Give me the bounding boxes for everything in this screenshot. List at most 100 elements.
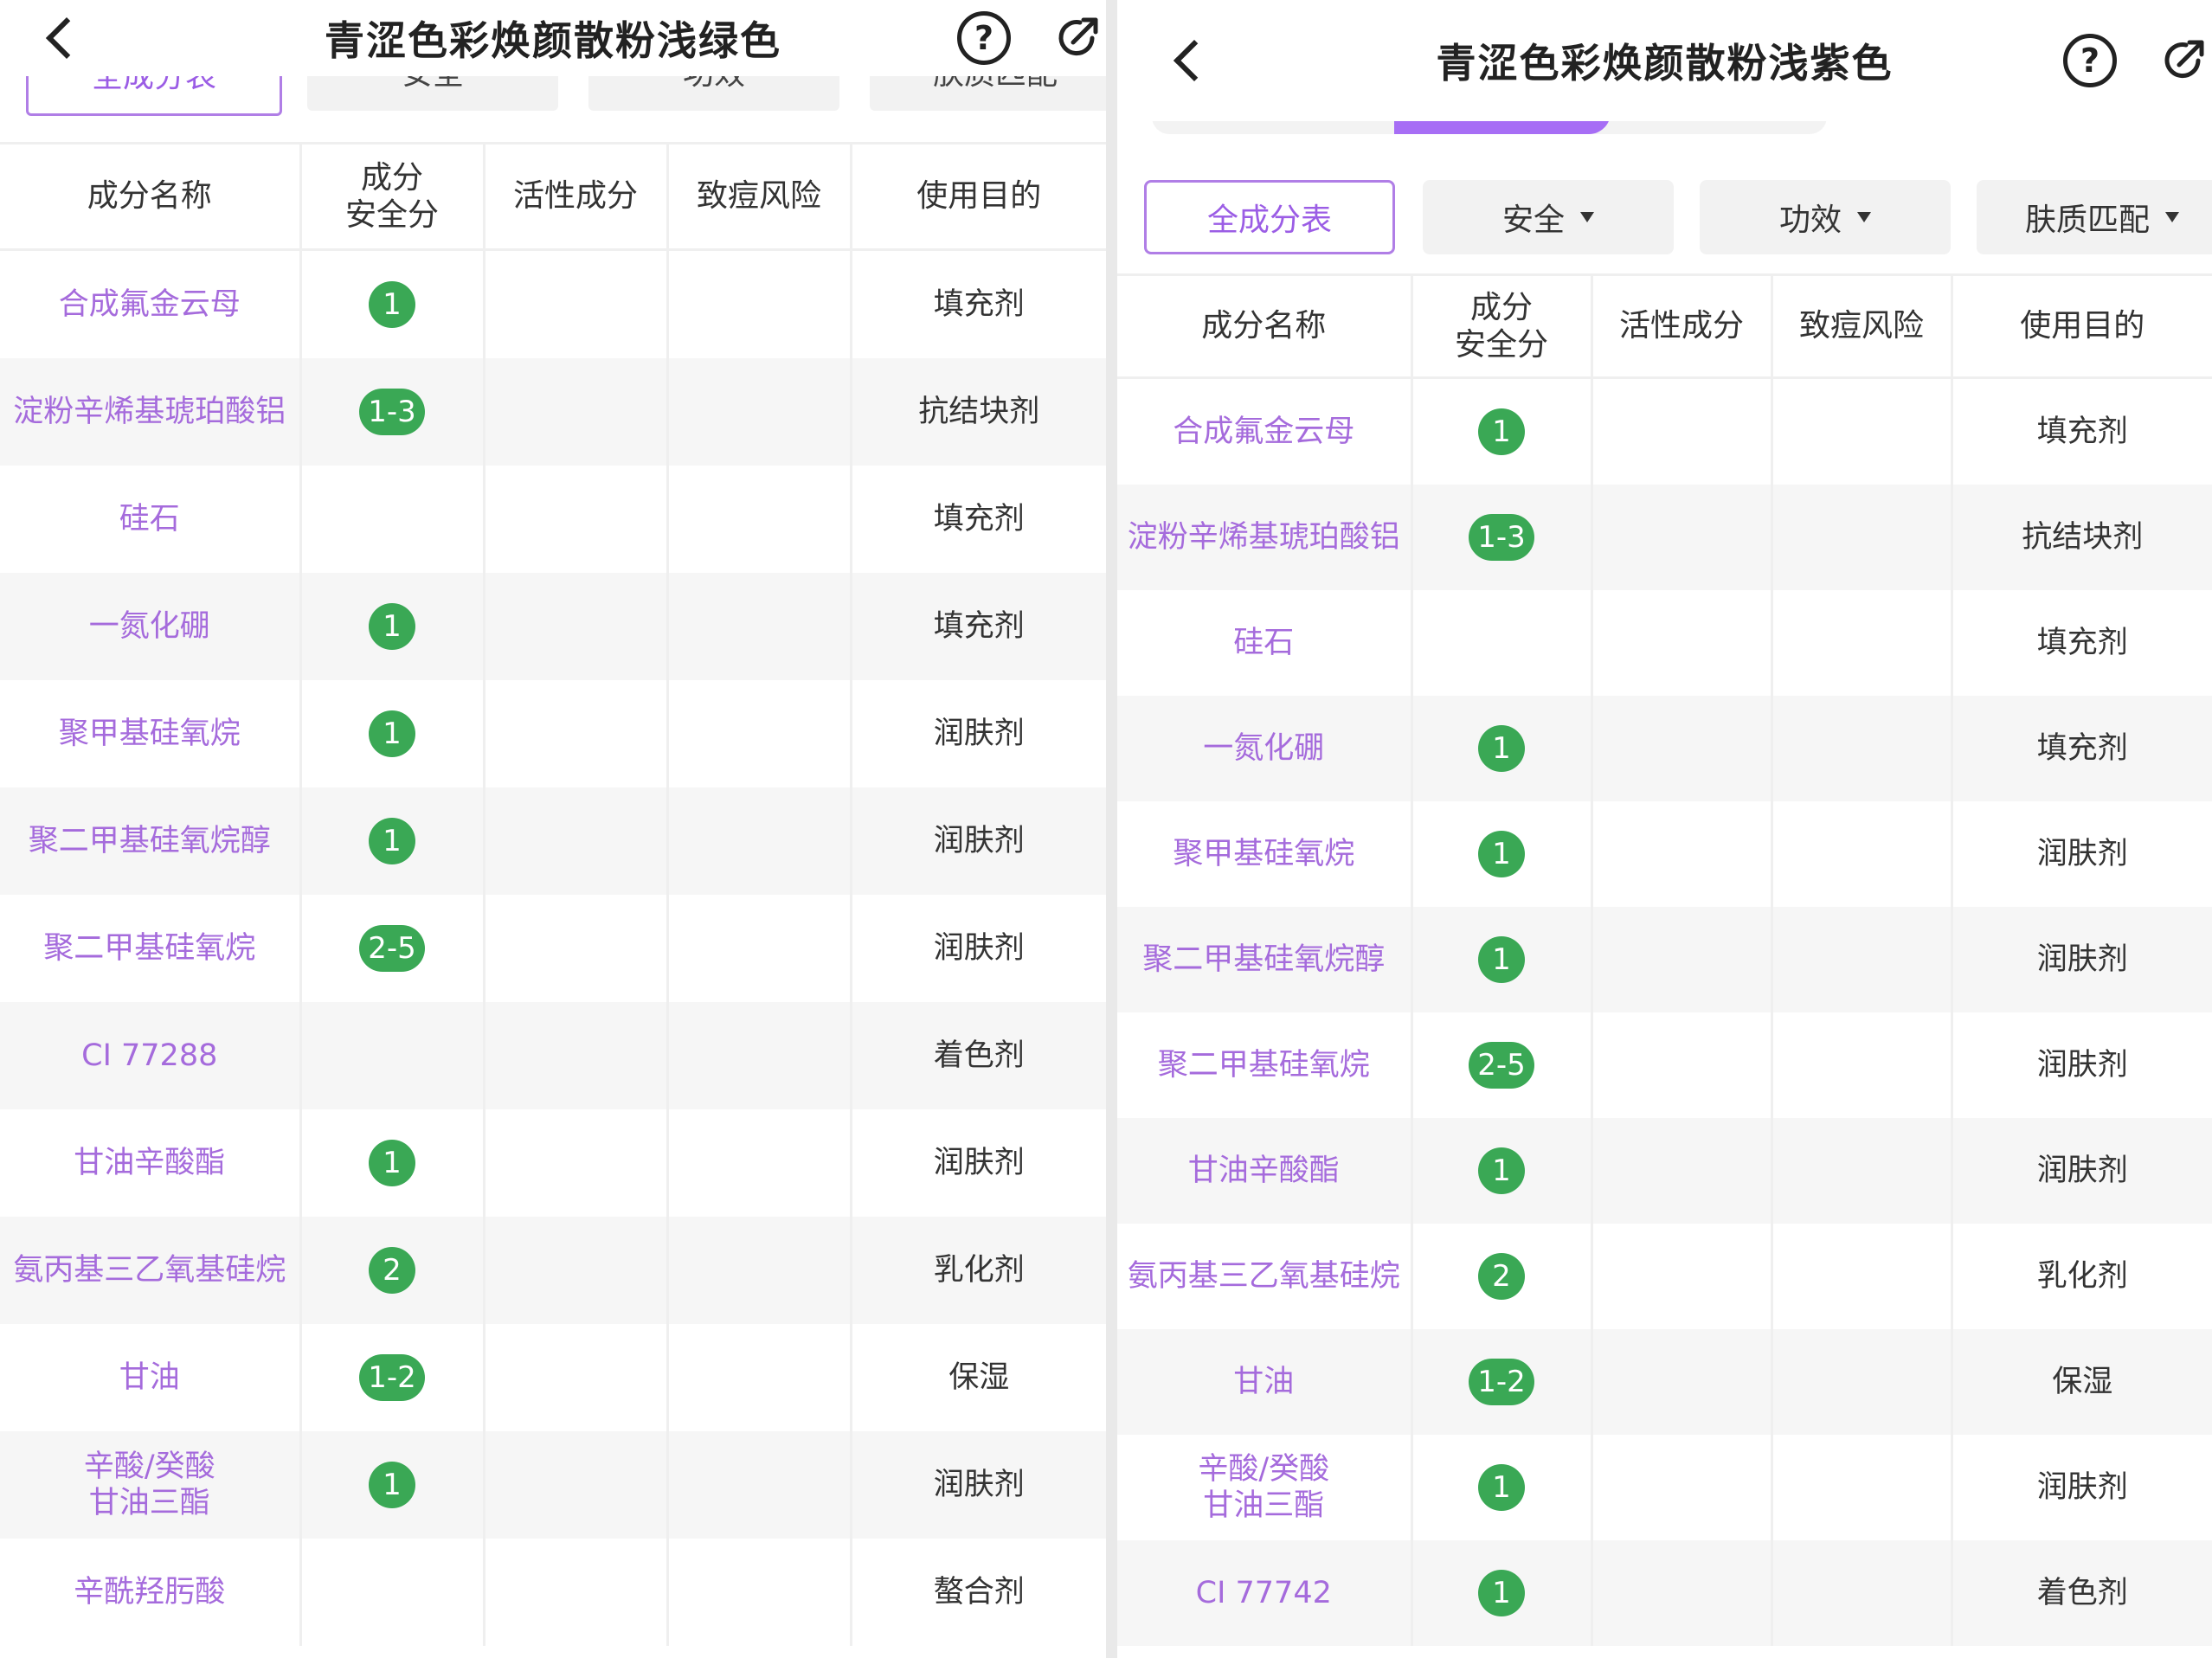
col-name: 成分名称 [1117, 273, 1413, 379]
back-arrow-icon[interactable] [1173, 39, 1216, 82]
ingredient-name[interactable]: 聚二甲基硅氧烷 [1117, 1012, 1413, 1118]
table-row[interactable]: 淀粉辛烯基琥珀酸铝 1-3 抗结块剂 [1117, 485, 2212, 590]
table-row[interactable]: CI 77288 着色剂 [0, 1002, 1106, 1109]
table-row[interactable]: 聚二甲基硅氧烷醇 1 润肤剂 [0, 787, 1106, 895]
ingredient-name[interactable]: 淀粉辛烯基琥珀酸铝 [0, 358, 302, 466]
safety-score-badge: 1 [1478, 1464, 1525, 1511]
table-row[interactable]: 合成氟金云母 1 填充剂 [0, 249, 1106, 358]
table-row[interactable]: CI 77742 1 着色剂 [1117, 1540, 2212, 1646]
active-cell [1591, 1329, 1773, 1435]
ingredient-name[interactable]: 合成氟金云母 [0, 249, 302, 358]
tab-full-ingredients[interactable]: 全成分表 [1144, 180, 1395, 254]
ingredient-name[interactable]: 硅石 [0, 466, 302, 573]
table-row[interactable]: 辛酸/癸酸 甘油三酯 1 润肤剂 [0, 1431, 1106, 1539]
ingredient-name[interactable]: 聚二甲基硅氧烷醇 [1117, 907, 1413, 1012]
active-cell [484, 1539, 669, 1646]
table-row[interactable]: 甘油 1-2 保湿 [0, 1324, 1106, 1431]
usage-purpose: 润肤剂 [933, 931, 1025, 966]
usage-purpose: 保湿 [1952, 1329, 2212, 1435]
acne-risk-cell [667, 680, 852, 787]
usage-purpose: 润肤剂 [933, 1146, 1025, 1180]
ingredient-name[interactable]: 氨丙基三乙氧基硅烷 [0, 1217, 302, 1324]
ingredient-name[interactable]: 聚二甲基硅氧烷 [0, 895, 302, 1002]
table-row[interactable]: 聚二甲基硅氧烷 2-5 润肤剂 [1117, 1012, 2212, 1118]
safety-score-cell: 1 [1411, 696, 1593, 801]
ingredient-name[interactable]: 一氮化硼 [0, 573, 302, 680]
ingredient-name[interactable]: 甘油辛酸酯 [1117, 1118, 1413, 1224]
ingredient-name[interactable]: 聚甲基硅氧烷 [0, 680, 302, 787]
col-purpose: 使用目的 [851, 142, 1106, 251]
table-row[interactable]: 一氮化硼 1 填充剂 [0, 573, 1106, 680]
active-cell [484, 1002, 669, 1109]
ingredient-name[interactable]: 一氮化硼 [1117, 696, 1413, 801]
back-arrow-icon[interactable] [45, 16, 88, 60]
table-row[interactable]: 甘油 1-2 保湿 [1117, 1329, 2212, 1435]
ingredient-name[interactable]: 甘油 [1117, 1329, 1413, 1435]
ingredient-name[interactable]: 合成氟金云母 [1117, 377, 1413, 485]
acne-risk-cell [1772, 377, 1953, 485]
safety-score-cell [300, 466, 485, 573]
safety-score-cell: 1-3 [300, 358, 485, 466]
table-row[interactable]: 聚甲基硅氧烷 1 润肤剂 [0, 680, 1106, 787]
usage-purpose: 润肤剂 [851, 1431, 1106, 1539]
ingredient-name[interactable]: 淀粉辛烯基琥珀酸铝 [1117, 485, 1413, 590]
ingredient-name[interactable]: 辛酰羟肟酸 [0, 1539, 302, 1646]
acne-risk-cell [1772, 696, 1953, 801]
active-cell [484, 680, 669, 787]
table-row[interactable]: 辛酸/癸酸 甘油三酯 1 润肤剂 [1117, 1435, 2212, 1540]
active-cell [1591, 485, 1773, 590]
ingredient-name[interactable]: CI 77288 [0, 1002, 302, 1109]
ingredient-name[interactable]: 甘油 [0, 1324, 302, 1431]
table-row[interactable]: 硅石 填充剂 [0, 466, 1106, 573]
acne-risk-cell [667, 895, 852, 1002]
acne-risk-cell [667, 1217, 852, 1324]
acne-risk-cell [667, 358, 852, 466]
table-row[interactable]: 聚二甲基硅氧烷 2-5 润肤剂 [0, 895, 1106, 1002]
ingredient-name[interactable]: 聚二甲基硅氧烷醇 [0, 787, 302, 895]
dropdown-caret-icon [1580, 212, 1594, 222]
ingredient-name[interactable]: 聚甲基硅氧烷 [1117, 801, 1413, 907]
active-cell [1591, 590, 1773, 696]
active-cell [484, 895, 669, 1002]
table-row[interactable]: 淀粉辛烯基琥珀酸铝 1-3 抗结块剂 [0, 358, 1106, 466]
table-row[interactable]: 辛酰羟肟酸 螯合剂 [0, 1539, 1106, 1646]
acne-risk-cell [667, 1431, 852, 1539]
safety-score-cell [300, 1002, 485, 1109]
table-row[interactable]: 硅石 填充剂 [1117, 590, 2212, 696]
ingredient-name[interactable]: CI 77742 [1117, 1540, 1413, 1646]
safety-score-badge: 1 [1478, 1147, 1525, 1194]
help-circle-icon[interactable]: ? [957, 11, 1011, 65]
safety-score-badge: 1-3 [359, 389, 425, 435]
table-row[interactable]: 氨丙基三乙氧基硅烷 2 乳化剂 [0, 1217, 1106, 1324]
share-icon[interactable] [1054, 15, 1101, 61]
table-row[interactable]: 甘油辛酸酯 1 润肤剂 [0, 1109, 1106, 1217]
share-icon[interactable] [2160, 37, 2207, 84]
tab-efficacy[interactable]: 功效 [1700, 180, 1951, 254]
ingredient-name[interactable]: 氨丙基三乙氧基硅烷 [1117, 1224, 1413, 1329]
table-row[interactable]: 聚甲基硅氧烷 1 润肤剂 [1117, 801, 2212, 907]
safety-score-cell: 1 [300, 249, 485, 358]
active-cell [1591, 696, 1773, 801]
safety-score-cell: 1 [1411, 1118, 1593, 1224]
ingredient-name[interactable]: 硅石 [1117, 590, 1413, 696]
help-circle-icon[interactable]: ? [2063, 34, 2117, 87]
active-cell [1591, 1224, 1773, 1329]
ingredient-name[interactable]: 辛酸/癸酸 甘油三酯 [0, 1431, 302, 1539]
usage-purpose: 填充剂 [933, 502, 1025, 537]
table-row[interactable]: 一氮化硼 1 填充剂 [1117, 696, 2212, 801]
safety-score-badge: 1 [369, 1140, 415, 1186]
table-row[interactable]: 合成氟金云母 1 填充剂 [1117, 377, 2212, 485]
safety-score-cell: 1 [1411, 801, 1593, 907]
col-purpose: 使用目的 [1952, 273, 2212, 379]
active-cell [1591, 1540, 1773, 1646]
safety-score-badge: 1-3 [1469, 514, 1534, 561]
col-active: 活性成分 [484, 142, 669, 251]
tab-skin-match[interactable]: 肤质匹配 [1977, 180, 2212, 254]
table-row[interactable]: 氨丙基三乙氧基硅烷 2 乳化剂 [1117, 1224, 2212, 1329]
table-row[interactable]: 聚二甲基硅氧烷醇 1 润肤剂 [1117, 907, 2212, 1012]
acne-risk-cell [1772, 1012, 1953, 1118]
table-row[interactable]: 甘油辛酸酯 1 润肤剂 [1117, 1118, 2212, 1224]
tab-safety[interactable]: 安全 [1423, 180, 1674, 254]
ingredient-name[interactable]: 甘油辛酸酯 [0, 1109, 302, 1217]
ingredient-name[interactable]: 辛酸/癸酸 甘油三酯 [1117, 1435, 1413, 1540]
